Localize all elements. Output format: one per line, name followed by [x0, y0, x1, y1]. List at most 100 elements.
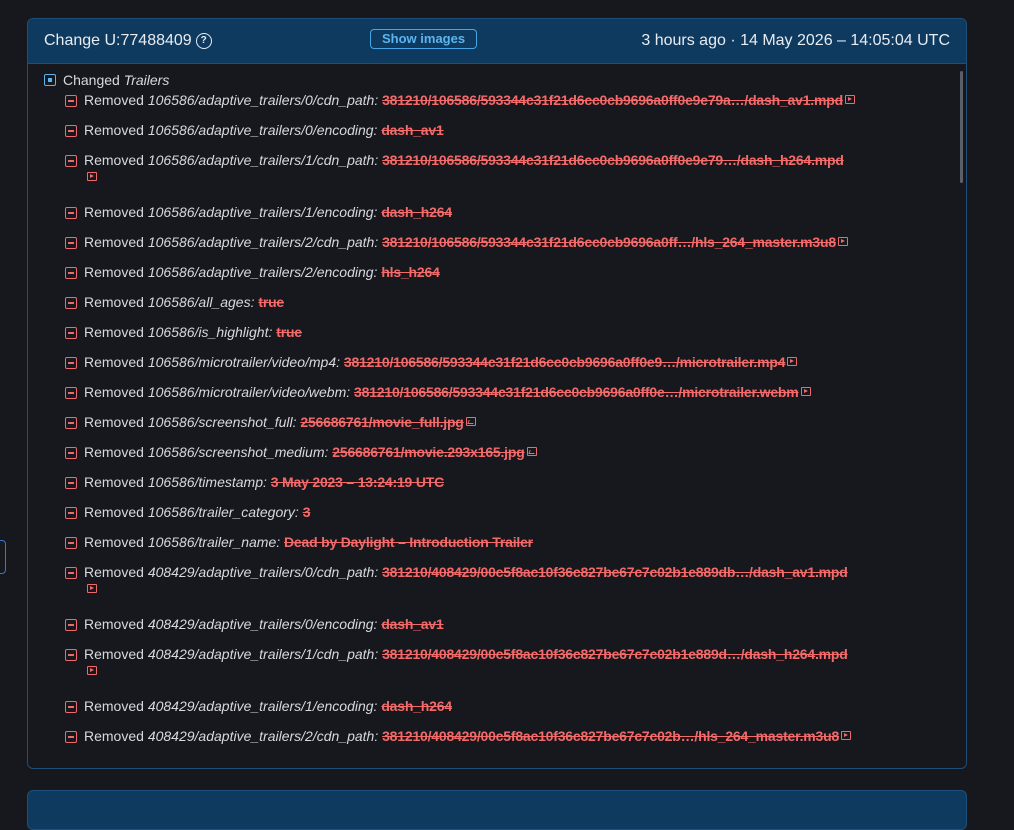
change-row: Removed 106586/adaptive_trailers/2/encod… [65, 262, 946, 282]
change-row: Removed 106586/trailer_category: 3 [65, 502, 946, 522]
row-path: 106586/microtrailer/video/mp4: [147, 354, 344, 370]
change-row: Removed 408429/adaptive_trailers/2/cdn_p… [65, 726, 946, 746]
row-old-value: 3 [302, 504, 311, 520]
row-old-value: 3 May 2023 – 13:24:19 UTC [270, 474, 444, 490]
removed-marker-icon [65, 649, 77, 661]
video-preview-icon[interactable] [87, 172, 97, 181]
row-path: 408429/adaptive_trailers/1/cdn_path: [147, 646, 383, 662]
row-path: 106586/adaptive_trailers/1/encoding: [147, 204, 382, 220]
row-old-value: dash_h264 [381, 204, 452, 220]
removed-marker-icon [65, 207, 77, 219]
row-old-value: true [276, 324, 302, 340]
change-row: Removed 408429/adaptive_trailers/1/cdn_p… [65, 644, 946, 675]
row-verb: Removed [84, 444, 148, 460]
row-verb: Removed [84, 384, 148, 400]
group-name: Trailers [123, 72, 170, 88]
video-preview-icon[interactable] [787, 357, 798, 366]
row-verb: Removed [84, 234, 148, 250]
change-row: Removed 408429/adaptive_trailers/0/cdn_p… [65, 562, 946, 593]
row-old-value: 381210/106586/593344c31f21d6cc0cb9696a0f… [343, 354, 786, 370]
row-old-value: 381210/106586/593344c31f21d6cc0cb9696a0f… [382, 92, 843, 108]
change-title: Change U:77488409 ? [44, 32, 212, 50]
removed-marker-icon [65, 237, 77, 249]
video-preview-icon[interactable] [837, 237, 848, 246]
row-verb: Removed [84, 354, 148, 370]
removed-marker-icon [65, 567, 77, 579]
removed-marker-icon [65, 447, 77, 459]
row-path: 408429/adaptive_trailers/0/encoding: [147, 616, 382, 632]
row-old-value: Dead by Daylight – Introduction Trailer [284, 534, 533, 550]
row-old-value: 381210/408429/00c5f8ac10f36c827be67c7c02… [382, 728, 840, 744]
removed-marker-icon [65, 297, 77, 309]
row-path: 106586/trailer_name: [147, 534, 285, 550]
row-verb: Removed [84, 504, 148, 520]
row-verb: Removed [84, 122, 148, 138]
row-old-value: true [258, 294, 285, 310]
removed-marker-icon [65, 507, 77, 519]
change-row: Removed 106586/adaptive_trailers/1/cdn_p… [65, 150, 946, 181]
row-path: 106586/trailer_category: [147, 504, 303, 520]
row-verb: Removed [84, 152, 148, 168]
change-row: Removed 106586/adaptive_trailers/1/encod… [65, 202, 946, 222]
row-old-value: 256686761/movie.293x165.jpg [332, 444, 525, 460]
change-row: Removed 106586/adaptive_trailers/0/cdn_p… [65, 90, 946, 110]
scrollbar[interactable] [960, 71, 963, 183]
row-path: 408429/adaptive_trailers/2/cdn_path: [147, 728, 383, 744]
change-body: Changed Trailers Removed 106586/adaptive… [28, 64, 966, 768]
removed-marker-icon [65, 537, 77, 549]
change-row: Removed 106586/microtrailer/video/webm: … [65, 382, 946, 402]
row-path: 408429/adaptive_trailers/0/cdn_path: [147, 564, 383, 580]
row-path: 106586/adaptive_trailers/1/cdn_path: [147, 152, 383, 168]
removed-marker-icon [65, 357, 77, 369]
changed-group: Changed Trailers [44, 72, 169, 88]
row-verb: Removed [84, 264, 148, 280]
row-path: 106586/adaptive_trailers/2/cdn_path: [147, 234, 383, 250]
removed-marker-icon [65, 327, 77, 339]
video-preview-icon[interactable] [87, 584, 97, 593]
change-row: Removed 106586/screenshot_full: 25668676… [65, 412, 946, 432]
row-path: 106586/all_ages: [147, 294, 259, 310]
next-change-card [27, 790, 967, 830]
help-icon[interactable]: ? [195, 33, 212, 49]
video-preview-icon[interactable] [841, 731, 852, 740]
change-row: Removed 106586/timestamp: 3 May 2023 – 1… [65, 472, 946, 492]
row-path: 106586/microtrailer/video/webm: [147, 384, 355, 400]
row-verb: Removed [84, 204, 148, 220]
row-path: 106586/is_highlight: [147, 324, 277, 340]
side-panel-tab[interactable] [0, 540, 6, 574]
row-verb: Removed [84, 564, 148, 580]
row-verb: Removed [84, 414, 148, 430]
row-verb: Removed [84, 324, 148, 340]
row-old-value: 381210/408429/00c5f8ac10f36c827be67c7c02… [382, 646, 848, 662]
removed-marker-icon [65, 155, 77, 167]
change-row: Removed 106586/all_ages: true [65, 292, 946, 312]
row-path: 106586/adaptive_trailers/0/encoding: [147, 122, 382, 138]
row-old-value: 256686761/movie_full.jpg [300, 414, 464, 430]
change-card: Change U:77488409 ? Show images 3 hours … [27, 18, 967, 769]
removed-marker-icon [65, 267, 77, 279]
change-row: Removed 106586/adaptive_trailers/2/cdn_p… [65, 232, 946, 252]
row-path: 106586/timestamp: [147, 474, 271, 490]
removed-marker-icon [65, 619, 77, 631]
row-path: 106586/screenshot_full: [147, 414, 301, 430]
row-verb: Removed [84, 646, 148, 662]
removed-marker-icon [65, 701, 77, 713]
video-preview-icon[interactable] [87, 666, 97, 675]
row-path: 106586/adaptive_trailers/0/cdn_path: [147, 92, 383, 108]
removed-marker-icon [65, 95, 77, 107]
change-header: Change U:77488409 ? Show images 3 hours … [28, 19, 966, 64]
change-row: Removed 408429/adaptive_trailers/1/encod… [65, 696, 946, 716]
row-old-value: 381210/408429/00c5f8ac10f36c827be67c7c02… [382, 564, 848, 580]
image-preview-icon[interactable] [465, 417, 476, 426]
video-preview-icon[interactable] [844, 95, 855, 104]
row-verb: Removed [84, 728, 148, 744]
row-verb: Removed [84, 474, 148, 490]
image-preview-icon[interactable] [526, 447, 537, 456]
removed-marker-icon [65, 731, 77, 743]
row-path: 408429/adaptive_trailers/1/encoding: [147, 698, 382, 714]
row-old-value: 381210/106586/593344c31f21d6cc0cb9696a0f… [382, 152, 844, 168]
video-preview-icon[interactable] [800, 387, 811, 396]
show-images-button[interactable]: Show images [370, 29, 478, 49]
change-timestamp: 3 hours ago · 14 May 2026 – 14:05:04 UTC [641, 32, 950, 49]
row-verb: Removed [84, 534, 148, 550]
